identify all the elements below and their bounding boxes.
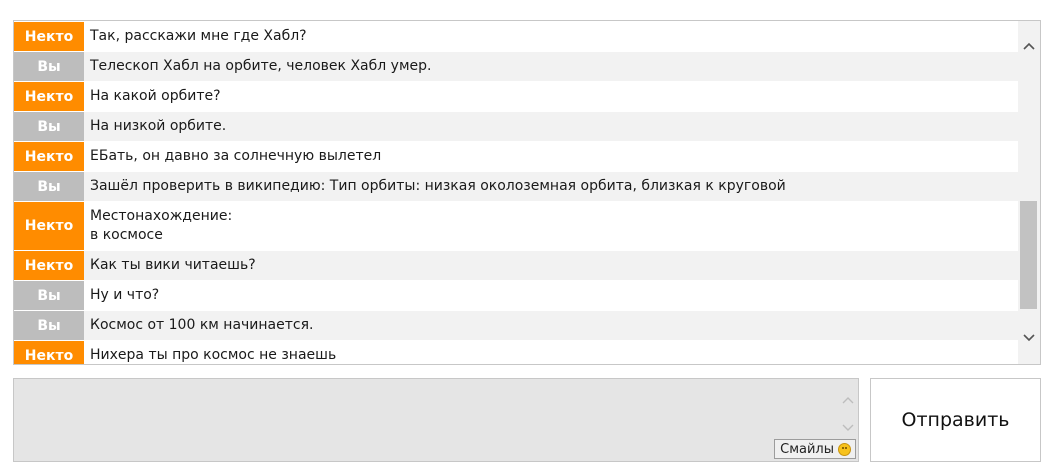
- author-badge: Некто: [14, 202, 84, 250]
- message-text: Телескоп Хабл на орбите, человек Хабл ум…: [90, 58, 432, 74]
- message-text: Как ты вики читаешь?: [90, 257, 256, 273]
- send-button[interactable]: Отправить: [870, 378, 1041, 462]
- message-text: Зашёл проверить в википедию: Тип орбиты:…: [90, 178, 786, 194]
- message-row: Некто На какой орбите?: [14, 82, 1018, 111]
- author-badge: Некто: [14, 22, 84, 51]
- message-list: Некто Так, расскажи мне где Хабл? Вы Телеск…: [14, 21, 1018, 364]
- message-text: Местонахождение: в космосе: [90, 208, 233, 243]
- chevron-up-icon: [1023, 42, 1035, 50]
- scroll-down-button[interactable]: [1018, 327, 1040, 349]
- author-badge: Вы: [14, 311, 84, 340]
- message-row: Некто Как ты вики читаешь?: [14, 251, 1018, 280]
- smiles-button[interactable]: Смайлы: [774, 439, 856, 459]
- message-text: Ну и что?: [90, 287, 160, 303]
- message-row: Вы Телескоп Хабл на орбите, человек Хабл …: [14, 52, 1018, 81]
- scroll-thumb[interactable]: [1020, 201, 1037, 309]
- author-badge: Некто: [14, 82, 84, 111]
- author-badge: Вы: [14, 281, 84, 310]
- chat-log[interactable]: Некто Так, расскажи мне где Хабл? Вы Телеск…: [13, 20, 1041, 365]
- message-input[interactable]: Смайлы: [13, 378, 859, 462]
- message-text: На низкой орбите.: [90, 118, 227, 134]
- message-row: Некто Местонахождение: в космосе: [14, 202, 1018, 250]
- author-badge: Вы: [14, 172, 84, 201]
- message-text: Нихера ты про космос не знаешь: [90, 347, 337, 363]
- send-label: Отправить: [901, 409, 1010, 431]
- smiles-label: Смайлы: [780, 441, 834, 457]
- message-text: ЕБать, он давно за солнечную вылетел: [90, 148, 382, 164]
- message-row: Некто ЕБать, он давно за солнечную вылете…: [14, 142, 1018, 171]
- message-row: Вы Космос от 100 км начинается.: [14, 311, 1018, 340]
- message-row: Вы Зашёл проверить в википедию: Тип орбит…: [14, 172, 1018, 201]
- message-text: Космос от 100 км начинается.: [90, 317, 314, 333]
- input-scrollbar[interactable]: [840, 393, 856, 433]
- message-text: Так, расскажи мне где Хабл?: [90, 28, 307, 44]
- input-scroll-arrows-icon: [842, 397, 854, 431]
- message-row: Вы На низкой орбите.: [14, 112, 1018, 141]
- message-text: На какой орбите?: [90, 88, 221, 104]
- message-row: Некто Так, расскажи мне где Хабл?: [14, 22, 1018, 51]
- scroll-up-button[interactable]: [1018, 35, 1040, 57]
- message-row: Некто Нихера ты про космос не знаешь: [14, 341, 1018, 364]
- message-row: Вы Ну и что?: [14, 281, 1018, 310]
- author-badge: Вы: [14, 52, 84, 81]
- author-badge: Некто: [14, 341, 84, 364]
- smiley-icon: [838, 442, 851, 456]
- author-badge: Некто: [14, 142, 84, 171]
- chat-scrollbar[interactable]: [1018, 21, 1040, 364]
- author-badge: Некто: [14, 251, 84, 280]
- chevron-down-icon: [1023, 334, 1035, 342]
- author-badge: Вы: [14, 112, 84, 141]
